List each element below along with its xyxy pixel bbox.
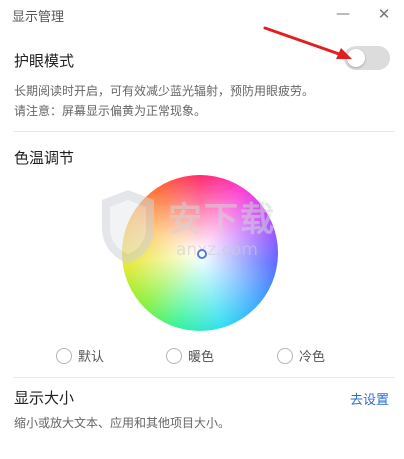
close-button[interactable]: ✕ (373, 3, 395, 25)
divider (14, 131, 394, 132)
display-size-description: 缩小或放大文本、应用和其他项目大小。 (14, 416, 231, 430)
go-settings-link[interactable]: 去设置 (350, 389, 389, 408)
radio-cool[interactable]: 冷色 (277, 346, 325, 365)
radio-default-label: 默认 (78, 350, 105, 365)
radio-cool-label: 冷色 (299, 350, 326, 365)
eye-protection-toggle[interactable] (344, 46, 390, 70)
eye-protection-title: 护眼模式 (14, 52, 75, 70)
radio-circle[interactable] (56, 347, 72, 364)
radio-circle[interactable] (277, 347, 293, 364)
divider (14, 377, 394, 378)
eye-protection-description: 长期阅读时开启，可有效减少蓝光辐射，预防用眼疲劳。 (14, 84, 315, 98)
minimize-button[interactable]: — (332, 3, 354, 25)
toggle-knob (347, 49, 365, 67)
display-size-title: 显示大小 (14, 389, 75, 407)
window-title: 显示管理 (12, 10, 65, 25)
eye-protection-note: 请注意：屏幕显示偏黄为正常现象。 (14, 104, 207, 118)
radio-warm-label: 暖色 (188, 350, 215, 365)
radio-warm[interactable]: 暖色 (166, 346, 214, 365)
color-wheel-pointer[interactable] (197, 249, 207, 259)
radio-circle[interactable] (166, 347, 182, 364)
radio-default[interactable]: 默认 (56, 346, 104, 365)
color-temperature-title: 色温调节 (14, 149, 75, 167)
title-bar: 显示管理 — ✕ (0, 0, 404, 30)
